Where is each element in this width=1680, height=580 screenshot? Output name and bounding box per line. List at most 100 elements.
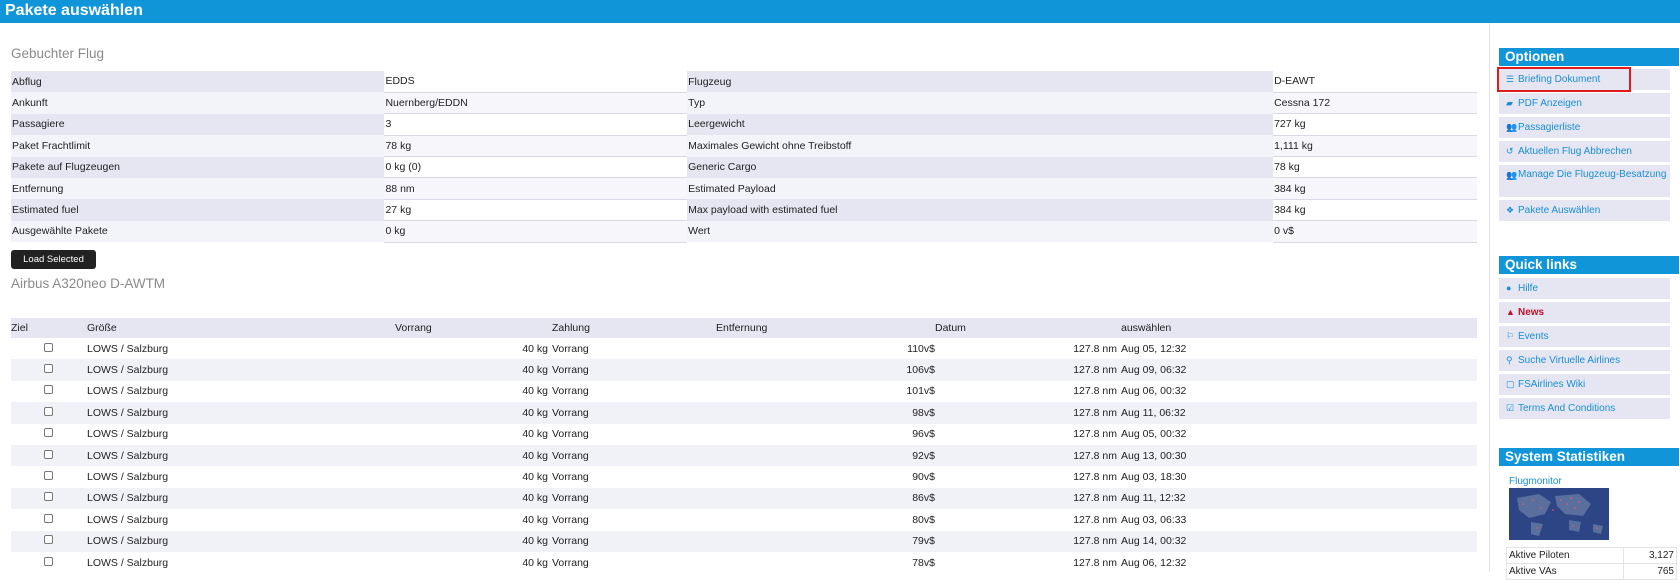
info-value: 78 kg	[384, 135, 688, 158]
cargo-priority-text: Vorrang	[552, 385, 589, 398]
load-selected-button[interactable]: Load Selected	[11, 250, 96, 269]
page-title: Pakete auswählen	[5, 2, 143, 19]
select-checkbox[interactable]	[44, 342, 53, 352]
flight-info-row: Passagiere 3 Leergewicht 727 kg	[11, 113, 1477, 136]
quicklink-events[interactable]: ⚐ Events	[1499, 326, 1670, 347]
cargo-date: Aug 05, 12:32	[1121, 338, 1477, 359]
col-datum[interactable]: Datum	[935, 318, 1121, 338]
cargo-destination-text: LOWS / Salzburg	[87, 449, 169, 462]
cargo-priority-text: Vorrang	[552, 449, 589, 462]
stat-row: Aktive Piloten 3,127	[1506, 547, 1678, 564]
flight-monitor-map[interactable]	[1509, 488, 1609, 540]
checkbox-icon: ☑	[1506, 403, 1515, 413]
undo-icon: ↺	[1506, 146, 1514, 156]
select-checkbox[interactable]	[44, 385, 53, 395]
cargo-distance-text: 127.8 nm	[1073, 471, 1117, 484]
cargo-size-text: 40 kg	[522, 449, 548, 462]
select-checkbox[interactable]	[44, 492, 53, 502]
cargo-payment: 96v$	[716, 424, 935, 445]
quicklink-terms-and-conditions[interactable]: ☑ Terms And Conditions	[1499, 398, 1670, 419]
select-checkbox[interactable]	[44, 428, 53, 438]
quicklink-news[interactable]: ▲ News	[1499, 302, 1670, 323]
info-label: Passagiere	[12, 118, 65, 131]
quicklink-fsairlines-wiki[interactable]: ▢ FSAirlines Wiki	[1499, 374, 1670, 395]
cargo-date-text: Aug 13, 00:30	[1121, 449, 1187, 462]
info-label: Typ	[688, 97, 706, 110]
cargo-size-text: 40 kg	[522, 535, 548, 548]
stats-table: Aktive Piloten 3,127 Aktive VAs 765	[1506, 547, 1678, 580]
cargo-priority: Vorrang	[552, 466, 716, 487]
option-manage-die-flugzeug-besatzung[interactable]: 👥 Manage Die Flugzeug-Besatzung	[1499, 165, 1670, 197]
cargo-distance-text: 127.8 nm	[1073, 492, 1117, 505]
option-pakete-auswählen[interactable]: ❖ Pakete Auswählen	[1499, 200, 1670, 221]
quicklink-label: Hilfe	[1518, 283, 1539, 294]
cargo-payment-text: 106v$	[906, 364, 935, 377]
cargo-priority-text: Vorrang	[552, 535, 589, 548]
quicklink-hilfe[interactable]: ● Hilfe	[1499, 278, 1670, 299]
info-label: Maximales Gewicht ohne Treibstoff	[688, 139, 852, 152]
col-vorrang[interactable]: Vorrang	[395, 318, 552, 338]
select-checkbox[interactable]	[44, 535, 53, 545]
col-groesse[interactable]: Größe	[87, 318, 395, 338]
col-auswaehlen[interactable]: auswählen	[1121, 318, 1477, 338]
select-checkbox[interactable]	[44, 556, 53, 566]
info-label: Abflug	[12, 75, 42, 88]
cargo-priority-text: Vorrang	[552, 406, 589, 419]
select-checkbox[interactable]	[44, 406, 53, 416]
option-pdf-anzeigen[interactable]: ▰ PDF Anzeigen	[1499, 93, 1670, 114]
cargo-destination-text: LOWS / Salzburg	[87, 342, 169, 355]
cargo-date: Aug 14, 00:32	[1121, 530, 1477, 552]
select-cell	[11, 359, 87, 381]
cargo-payment: 78v$	[716, 552, 935, 573]
cargo-destination: LOWS / Salzburg	[87, 552, 395, 573]
cargo-row: LOWS / Salzburg 40 kg Vorrang 80v$ 127.8 nm A…	[11, 509, 1477, 530]
col-ziel[interactable]: Ziel	[11, 318, 87, 338]
cargo-payment-text: 101v$	[906, 385, 935, 398]
option-passagierliste[interactable]: 👥 Passagierliste	[1499, 117, 1670, 138]
cargo-size: 40 kg	[395, 381, 552, 402]
cargo-date-text: Aug 14, 00:32	[1121, 535, 1187, 548]
cargo-priority: Vorrang	[552, 530, 716, 552]
cargo-distance-text: 127.8 nm	[1073, 556, 1117, 569]
booked-flight-title: Gebuchter Flug	[11, 46, 105, 61]
cargo-date: Aug 06, 12:32	[1121, 552, 1477, 573]
select-checkbox[interactable]	[44, 364, 53, 374]
quicklink-suche-virtuelle-airlines[interactable]: ⚲ Suche Virtuelle Airlines	[1499, 350, 1670, 371]
cargo-priority: Vorrang	[552, 402, 716, 424]
cargo-priority: Vorrang	[552, 487, 716, 510]
cargo-distance: 127.8 nm	[935, 381, 1121, 402]
select-checkbox[interactable]	[44, 471, 53, 481]
option-label: Passagierliste	[1518, 122, 1581, 133]
select-cell	[11, 402, 87, 424]
cargo-date: Aug 06, 00:32	[1121, 381, 1477, 402]
col-zahlung[interactable]: Zahlung	[552, 318, 716, 338]
cargo-priority-text: Vorrang	[552, 492, 589, 505]
cargo-destination-text: LOWS / Salzburg	[87, 406, 169, 419]
cargo-destination-text: LOWS / Salzburg	[87, 385, 169, 398]
cargo-distance: 127.8 nm	[935, 424, 1121, 445]
cargo-priority-text: Vorrang	[552, 342, 589, 355]
cargo-size: 40 kg	[395, 487, 552, 510]
info-label: Ausgewählte Pakete	[12, 225, 108, 238]
info-value: 0 kg (0)	[384, 156, 688, 179]
cargo-date: Aug 11, 12:32	[1121, 487, 1477, 510]
dropbox-icon: ❖	[1506, 205, 1515, 215]
cargo-distance-text: 127.8 nm	[1073, 342, 1117, 355]
cargo-row: LOWS / Salzburg 40 kg Vorrang 98v$ 127.8 nm A…	[11, 402, 1477, 424]
cargo-payment-text: 92v$	[912, 449, 935, 462]
cargo-size-text: 40 kg	[522, 492, 548, 505]
select-checkbox[interactable]	[44, 449, 53, 459]
cargo-payment: 106v$	[716, 359, 935, 381]
option-aktuellen-flug-abbrechen[interactable]: ↺ Aktuellen Flug Abbrechen	[1499, 141, 1670, 162]
cargo-date: Aug 09, 06:32	[1121, 359, 1477, 381]
col-entfernung[interactable]: Entfernung	[716, 318, 935, 338]
quicklink-label: News	[1518, 307, 1545, 318]
cargo-size: 40 kg	[395, 466, 552, 487]
select-cell	[11, 530, 87, 552]
cargo-distance: 127.8 nm	[935, 359, 1121, 381]
select-checkbox[interactable]	[44, 513, 53, 523]
cargo-date-text: Aug 05, 00:32	[1121, 428, 1187, 441]
info-value: 1,111 kg	[1273, 135, 1477, 158]
flugmonitor-link[interactable]: Flugmonitor	[1509, 476, 1562, 487]
select-cell	[11, 424, 87, 445]
